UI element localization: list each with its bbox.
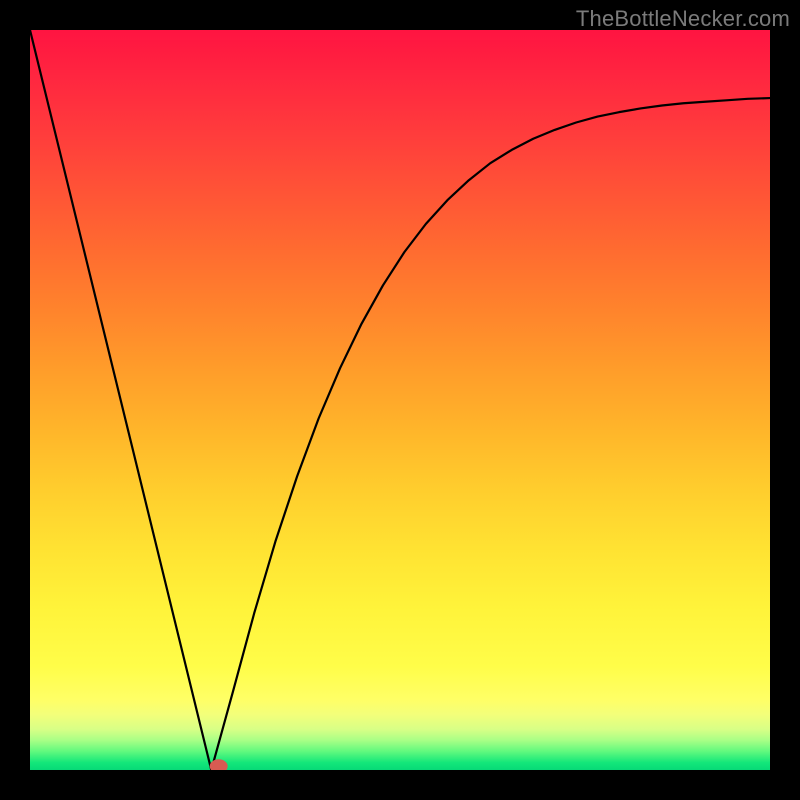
plot-area bbox=[30, 30, 770, 770]
chart-svg bbox=[30, 30, 770, 770]
background-gradient bbox=[30, 30, 770, 770]
watermark-text: TheBottleNecker.com bbox=[576, 6, 790, 32]
chart-frame: TheBottleNecker.com bbox=[0, 0, 800, 800]
